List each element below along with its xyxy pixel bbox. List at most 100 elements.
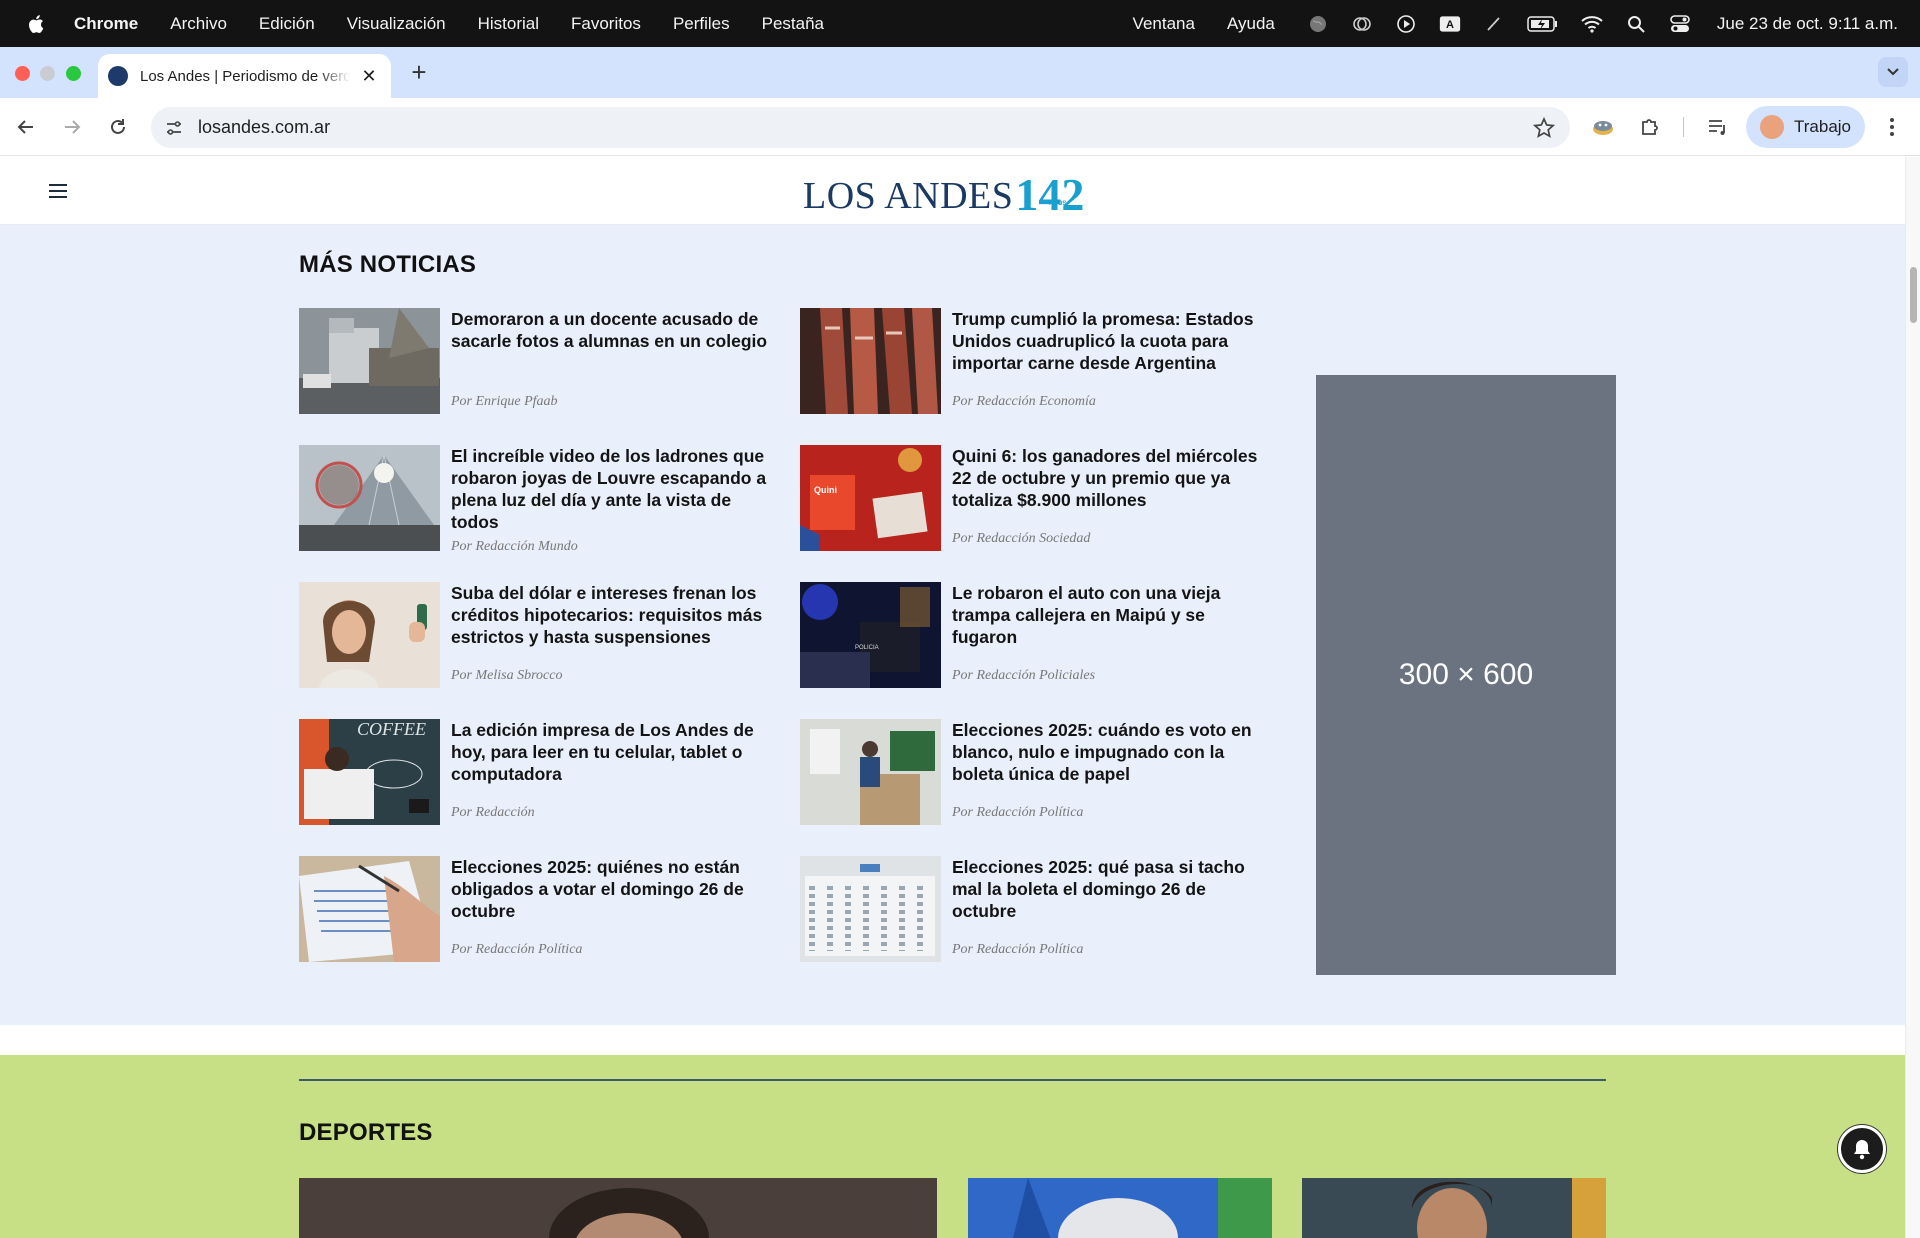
extension-cookie-icon[interactable] <box>1589 113 1617 141</box>
news-item[interactable]: Quini Quini 6: los ganadores del miércol… <box>800 445 1280 551</box>
news-thumbnail[interactable] <box>800 856 941 962</box>
svg-text:COFFEE: COFFEE <box>357 719 426 739</box>
svg-text:A: A <box>1446 19 1454 31</box>
news-headline[interactable]: Demoraron a un docente acusado de sacarl… <box>451 308 771 352</box>
logo-suffix: AÑOS <box>1049 200 1067 207</box>
news-byline: Por Redacción Mundo <box>451 539 578 554</box>
browser-toolbar: losandes.com.ar Trabajo <box>0 98 1920 156</box>
news-thumbnail[interactable]: Quini <box>800 445 941 551</box>
deportes-main-image[interactable] <box>299 1178 937 1238</box>
scrollbar-thumb[interactable] <box>1910 267 1917 323</box>
news-item[interactable]: Elecciones 2025: qué pasa si tacho mal l… <box>800 856 1280 962</box>
news-headline[interactable]: El increíble video de los ladrones que r… <box>451 445 771 533</box>
profile-button[interactable]: Trabajo <box>1746 106 1865 148</box>
ad-size-label: 300 × 600 <box>1398 658 1534 691</box>
minimize-window-button[interactable] <box>40 66 55 81</box>
menu-edicion[interactable]: Edición <box>259 14 315 34</box>
zoom-window-button[interactable] <box>66 66 81 81</box>
menu-pestana[interactable]: Pestaña <box>762 14 824 34</box>
url-text[interactable]: losandes.com.ar <box>198 117 330 138</box>
news-item[interactable]: Elecciones 2025: cuándo es voto en blanc… <box>800 719 1280 825</box>
more-menu-icon[interactable] <box>1878 113 1906 141</box>
section-title: MÁS NOTICIAS <box>299 251 477 278</box>
address-bar[interactable]: losandes.com.ar <box>151 107 1570 148</box>
section-divider <box>299 1079 1606 1081</box>
back-button[interactable] <box>12 113 40 141</box>
forward-button[interactable] <box>58 113 86 141</box>
deportes-tertiary-image[interactable] <box>1302 1178 1606 1238</box>
control-center-icon[interactable] <box>1669 13 1691 35</box>
news-item[interactable]: El increíble video de los ladrones que r… <box>299 445 779 554</box>
svg-text:Quini: Quini <box>814 485 837 495</box>
news-headline[interactable]: Elecciones 2025: qué pasa si tacho mal l… <box>952 856 1272 922</box>
keyboard-a-icon[interactable]: A <box>1439 13 1461 35</box>
pen-icon[interactable] <box>1483 13 1505 35</box>
globe-icon[interactable] <box>1307 13 1329 35</box>
macos-menubar: Chrome Archivo Edición Visualización His… <box>0 0 1920 47</box>
reload-button[interactable] <box>104 113 132 141</box>
logo-text: LOS ANDES <box>803 175 1014 217</box>
media-queue-icon[interactable] <box>1704 113 1732 141</box>
avatar <box>1760 115 1784 139</box>
extensions-puzzle-icon[interactable] <box>1636 113 1664 141</box>
news-thumbnail[interactable] <box>299 856 440 962</box>
play-icon[interactable] <box>1395 13 1417 35</box>
news-headline[interactable]: Quini 6: los ganadores del miércoles 22 … <box>952 445 1272 511</box>
menu-historial[interactable]: Historial <box>478 14 539 34</box>
menu-ayuda[interactable]: Ayuda <box>1227 14 1275 34</box>
tab-los-andes[interactable]: Los Andes | Periodismo de verdad ✕ <box>98 54 391 98</box>
battery-icon[interactable] <box>1527 13 1559 35</box>
news-thumbnail[interactable] <box>299 308 440 414</box>
toolbar-separator <box>1683 117 1684 137</box>
notification-bell-button[interactable] <box>1838 1125 1886 1173</box>
tab-search-button[interactable] <box>1878 57 1908 87</box>
news-thumbnail[interactable]: POLICIA <box>800 582 941 688</box>
arrow-left-icon <box>17 120 33 134</box>
page-scrollbar[interactable] <box>1905 157 1920 1238</box>
menu-favoritos[interactable]: Favoritos <box>571 14 641 34</box>
site-logo[interactable]: LOS ANDES 142 AÑOS <box>803 169 1084 217</box>
news-thumbnail[interactable] <box>800 308 941 414</box>
news-item[interactable]: Demoraron a un docente acusado de sacarl… <box>299 308 779 414</box>
profile-label: Trabajo <box>1794 117 1852 136</box>
menu-ventana[interactable]: Ventana <box>1133 14 1195 34</box>
news-headline[interactable]: Trump cumplió la promesa: Estados Unidos… <box>952 308 1272 374</box>
hamburger-menu-icon[interactable] <box>49 184 67 198</box>
news-thumbnail[interactable] <box>800 719 941 825</box>
news-headline[interactable]: Suba del dólar e intereses frenan los cr… <box>451 582 771 648</box>
news-item[interactable]: Suba del dólar e intereses frenan los cr… <box>299 582 779 688</box>
menu-perfiles[interactable]: Perfiles <box>673 14 730 34</box>
ad-placeholder[interactable]: 300 × 600 <box>1316 375 1616 975</box>
news-headline[interactable]: La edición impresa de Los Andes de hoy, … <box>451 719 771 785</box>
news-thumbnail[interactable]: COFFEE <box>299 719 440 825</box>
menu-visualizacion[interactable]: Visualización <box>347 14 446 34</box>
news-headline[interactable]: Le robaron el auto con una vieja trampa … <box>952 582 1272 648</box>
menubar-clock[interactable]: Jue 23 de oct. 9:11 a.m. <box>1717 14 1898 34</box>
news-item[interactable]: COFFEE La edición impresa de Los Andes d… <box>299 719 779 825</box>
svg-text:POLICIA: POLICIA <box>855 645 879 651</box>
deportes-secondary-image[interactable] <box>968 1178 1272 1238</box>
news-headline[interactable]: Elecciones 2025: quiénes no están obliga… <box>451 856 771 922</box>
close-window-button[interactable] <box>15 66 30 81</box>
site-header: LOS ANDES 142 AÑOS <box>0 157 1905 225</box>
close-tab-icon[interactable]: ✕ <box>359 66 379 86</box>
wifi-icon[interactable] <box>1581 13 1603 35</box>
menu-app-chrome[interactable]: Chrome <box>74 14 138 34</box>
tab-title: Los Andes | Periodismo de verdad <box>140 67 350 85</box>
search-icon[interactable] <box>1625 13 1647 35</box>
menu-archivo[interactable]: Archivo <box>170 14 227 34</box>
news-item[interactable]: POLICIA Le robaron el auto con una vieja… <box>800 582 1280 688</box>
news-byline: Por Redacción Política <box>952 805 1084 820</box>
news-item[interactable]: Elecciones 2025: quiénes no están obliga… <box>299 856 779 962</box>
deportes-section: DEPORTES <box>0 1055 1905 1238</box>
new-tab-button[interactable]: + <box>405 57 433 87</box>
news-item[interactable]: Trump cumplió la promesa: Estados Unidos… <box>800 308 1280 414</box>
overlap-icon[interactable] <box>1351 13 1373 35</box>
site-settings-icon[interactable] <box>163 117 185 139</box>
bookmark-star-icon[interactable] <box>1532 116 1556 140</box>
apple-logo-icon[interactable] <box>26 12 48 36</box>
news-byline: Por Enrique Pfaab <box>451 394 558 409</box>
news-thumbnail[interactable] <box>299 445 440 551</box>
news-thumbnail[interactable] <box>299 582 440 688</box>
news-headline[interactable]: Elecciones 2025: cuándo es voto en blanc… <box>952 719 1272 785</box>
